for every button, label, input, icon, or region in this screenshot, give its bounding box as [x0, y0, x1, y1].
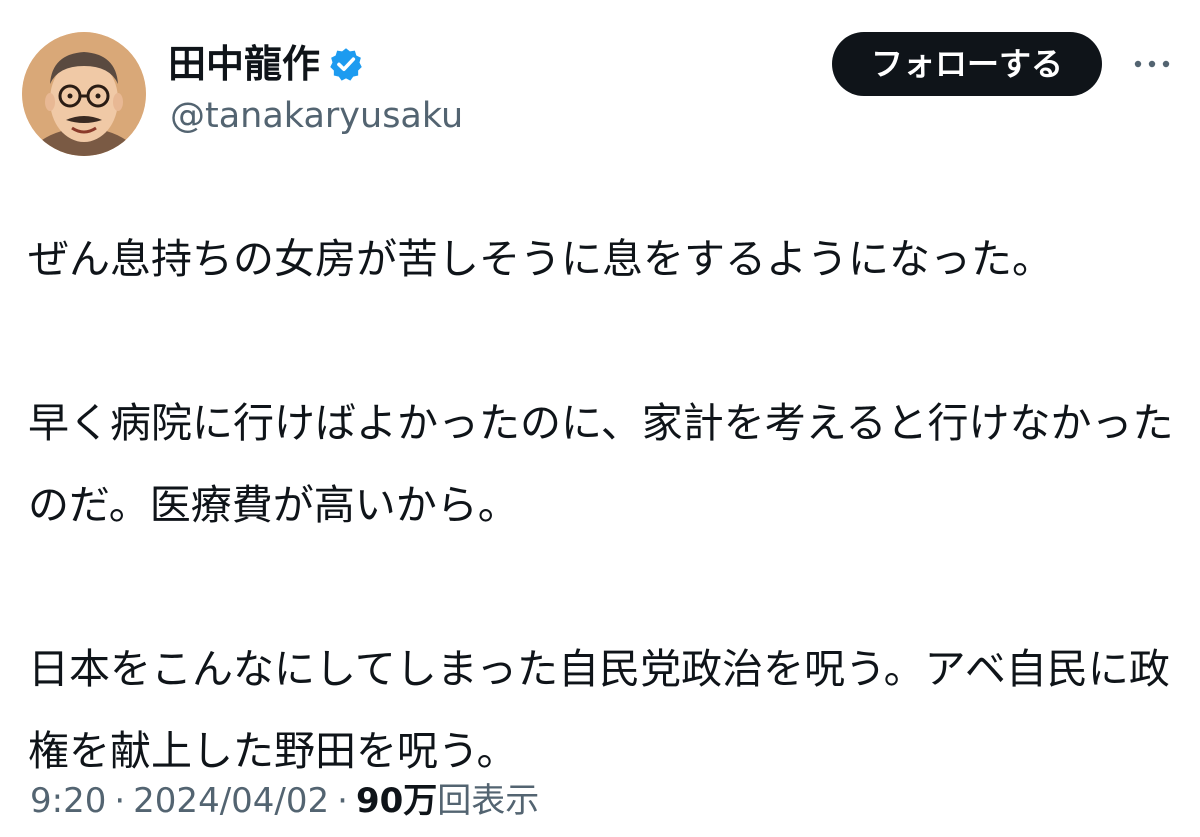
more-options-button[interactable]: [1128, 48, 1176, 80]
views-count: 90万: [355, 781, 438, 821]
author-name-row[interactable]: 田中龍作: [168, 42, 364, 86]
tweet-paragraph: 早く病院に行けばよかったのに、家計を考えると行けなかったのだ。医療費が高いから。: [28, 399, 1174, 529]
tweet-paragraph: ぜん息持ちの女房が苦しそうに息をするようになった。: [28, 235, 1053, 283]
follow-button[interactable]: フォローする: [832, 32, 1102, 96]
more-horizontal-icon: [1134, 60, 1170, 68]
meta-separator: ·: [337, 781, 348, 821]
tweet-text: ぜん息持ちの女房が苦しそうに息をするようになった。 早く病院に行けばよかったのに…: [28, 218, 1178, 792]
author-display-name[interactable]: 田中龍作: [168, 42, 320, 86]
meta-separator: ·: [114, 781, 126, 821]
verified-badge-icon: [328, 46, 364, 82]
avatar[interactable]: [22, 32, 146, 156]
tweet-time[interactable]: 9:20: [30, 781, 106, 821]
tweet-paragraph: 日本をこんなにしてしまった自民党政治を呪う。アベ自民に政権を献上した野田を呪う。: [28, 645, 1170, 775]
tweet-date[interactable]: 2024/04/02: [133, 781, 329, 821]
author-handle[interactable]: @tanakaryusaku: [170, 94, 463, 138]
avatar-portrait-icon: [22, 32, 146, 156]
tweet-meta: 9:20 · 2024/04/02 · 90万回表示: [30, 776, 539, 826]
views-label: 回表示: [437, 781, 540, 821]
